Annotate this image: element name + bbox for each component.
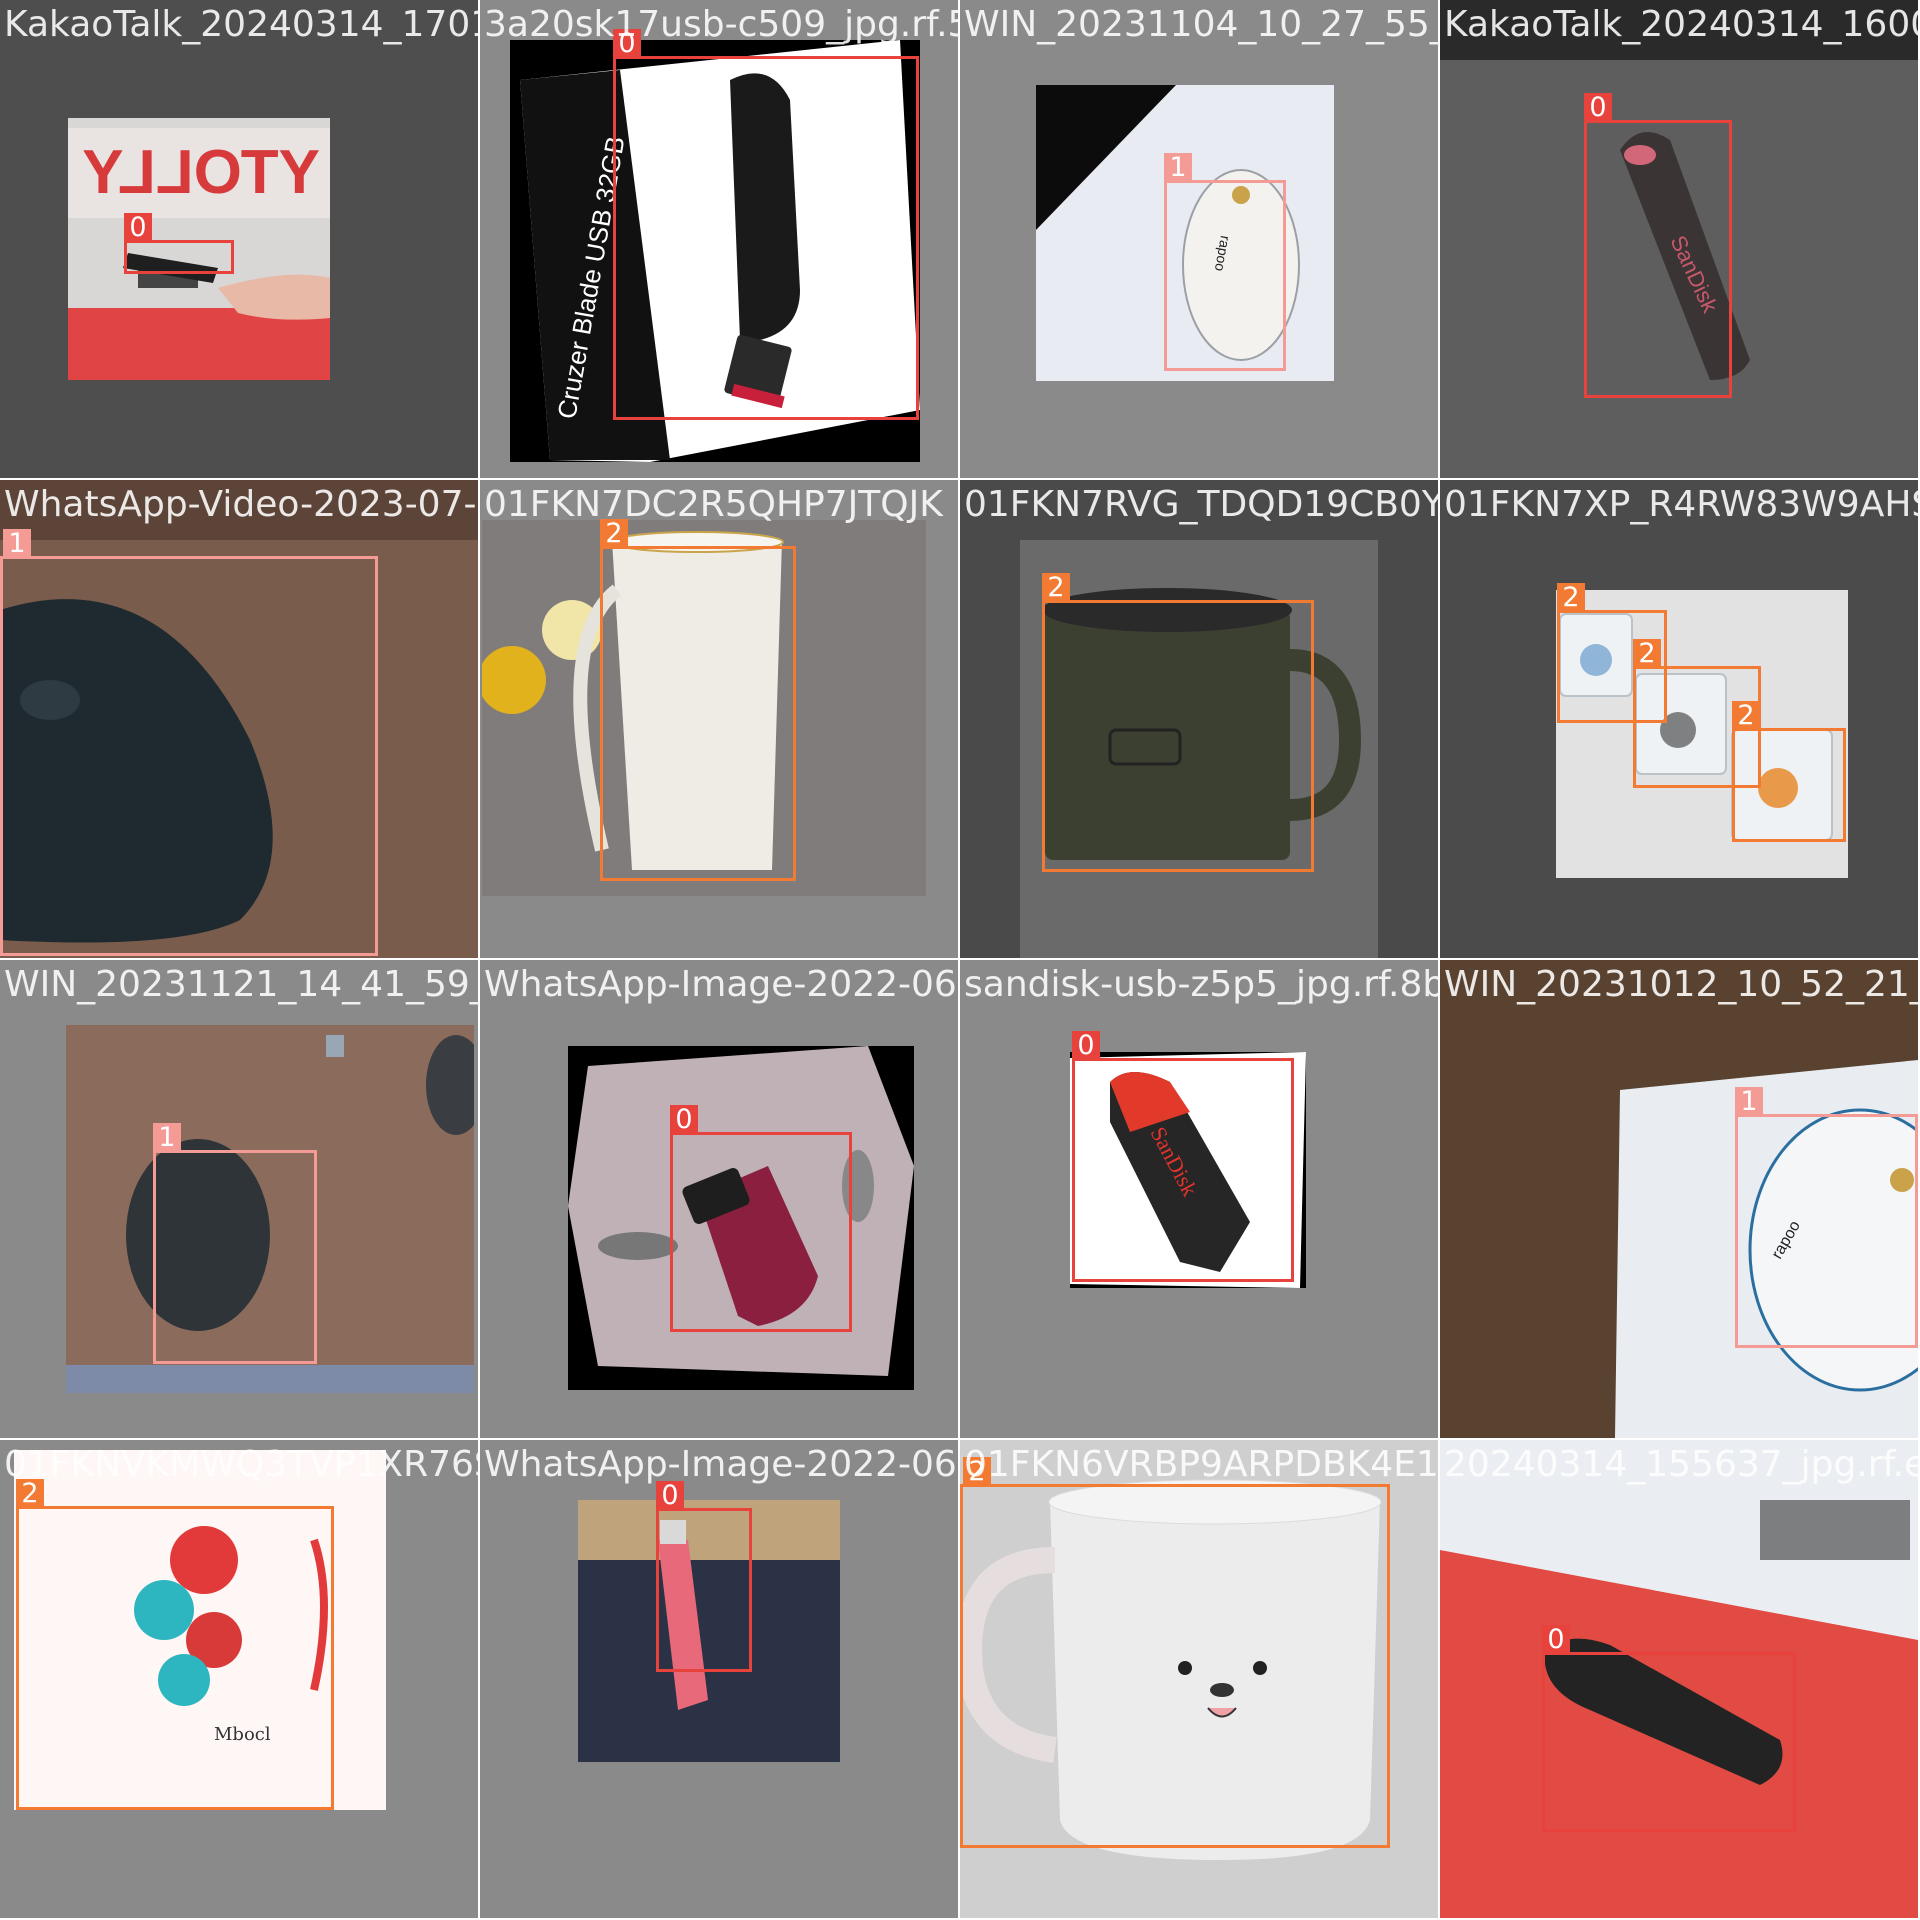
bbox-usb: 0 (613, 29, 919, 420)
bbox-usb: 0 (1542, 1625, 1796, 1832)
tile-13: 0 WhatsApp-Image-2022-06-0 (480, 1440, 958, 1918)
bbox-mug: 2 (1732, 701, 1846, 842)
bbox-mug: 2 (960, 1457, 1390, 1848)
bbox-class-label: 1 (1164, 153, 1192, 183)
image-filename-caption: sandisk-usb-z5p5_jpg.rf.8b93eb4d7b (964, 964, 1438, 1005)
bbox-class-label: 2 (963, 1457, 991, 1487)
bbox-usb: 0 (656, 1481, 752, 1672)
bbox-class-label: 2 (600, 519, 628, 549)
bbox-mouse: 1 (0, 529, 378, 956)
tile-1: Cruzer Blade USB 32GB 0 3a20sk17usb-c509… (480, 0, 958, 478)
bbox-usb: 0 (1584, 93, 1732, 398)
bbox-class-label: 2 (1732, 701, 1760, 731)
bbox-class-label: 2 (1042, 573, 1070, 603)
bbox-class-label: 0 (124, 213, 152, 243)
tile-11: rapoo 1 WIN_20231012_10_52_21_ (1440, 960, 1918, 1438)
tile-10: SanDisk 0 sandisk-usb-z5p5_jpg.rf.8b93eb… (960, 960, 1438, 1438)
bbox-class-label: 0 (613, 29, 641, 59)
bbox-class-label: 1 (3, 529, 31, 559)
svg-text:YTOLLY: YTOLLY (82, 138, 320, 207)
tile-3: SanDisk 0 KakaoTalk_20240314_1600 (1440, 0, 1918, 478)
bbox-class-label: 0 (1542, 1625, 1570, 1655)
bbox-class-label: 2 (16, 1479, 44, 1509)
bbox-mouse: 1 (1735, 1087, 1918, 1348)
tile-4: 1 WhatsApp-Video-2023-07-19-at-2 (0, 480, 478, 958)
bbox-class-label: 2 (1633, 639, 1661, 669)
tile-8: 1 WIN_20231121_14_41_59_Pro.jpg.rf.73fa3… (0, 960, 478, 1438)
tile-0: YTOLLY 0 KakaoTalk_20240314_1701 (0, 0, 478, 478)
tile-2: rapoo 1 WIN_20231104_10_27_55_Pro.jpg.rf… (960, 0, 1438, 478)
image-filename-caption: WIN_20231104_10_27_55_Pro.jpg.rf.0a6a6 (964, 4, 1438, 45)
tile-5: 2 01FKN7DC2R5QHP7JTQJK (480, 480, 958, 958)
bbox-class-label: 0 (1072, 1031, 1100, 1061)
tile-7: 2 2 2 01FKN7XP_R4RW83W9AHSD (1440, 480, 1918, 958)
bbox-class-label: 0 (670, 1105, 698, 1135)
image-filename-caption: KakaoTalk_20240314_1701 (4, 4, 478, 45)
image-filename-caption: WhatsApp-Image-2022-06-0 (484, 1444, 958, 1485)
tile-15: 0 20240314_155637_jpg.rf.e1 (1440, 1440, 1918, 1918)
bbox-class-label: 2 (1557, 583, 1585, 613)
tile-12: Mbocl 2 01FKNVKMWQ3TVP1XR76S (0, 1440, 478, 1918)
tile-9: 0 WhatsApp-Image-2022-06-08-at-16-09-12_… (480, 960, 958, 1438)
tile-6: 2 01FKN7RVG_TDQD19CB0YGDBKNEK_jpeg_jpg (960, 480, 1438, 958)
bbox-class-label: 0 (1584, 93, 1612, 123)
bbox-mouse: 1 (153, 1123, 317, 1364)
bbox-class-label: 1 (1735, 1087, 1763, 1117)
bbox-mug: 2 (16, 1479, 334, 1810)
image-filename-caption: WhatsApp-Image-2022-06-08-at-16-09-12_jp (484, 964, 958, 1005)
image-mosaic: YTOLLY 0 KakaoTalk_20240314_1701 Cruzer … (0, 0, 1920, 1920)
bbox-mug: 2 (600, 519, 796, 881)
bbox-mug: 2 (1042, 573, 1314, 872)
bbox-usb: 0 (124, 213, 234, 274)
bbox-usb: 0 (670, 1105, 852, 1332)
image-filename-caption: WIN_20231121_14_41_59_Pro.jpg.rf.73fa37 (4, 964, 478, 1005)
bbox-class-label: 0 (656, 1481, 684, 1511)
bbox-class-label: 1 (153, 1123, 181, 1153)
image-filename-caption: 01FKN7XP_R4RW83W9AHSD (1444, 484, 1918, 525)
tile-14: 2 01FKN6VRBP9ARPDBK4E1G (960, 1440, 1438, 1918)
bbox-mouse: 1 (1164, 153, 1286, 371)
bbox-usb: 0 (1072, 1031, 1294, 1282)
